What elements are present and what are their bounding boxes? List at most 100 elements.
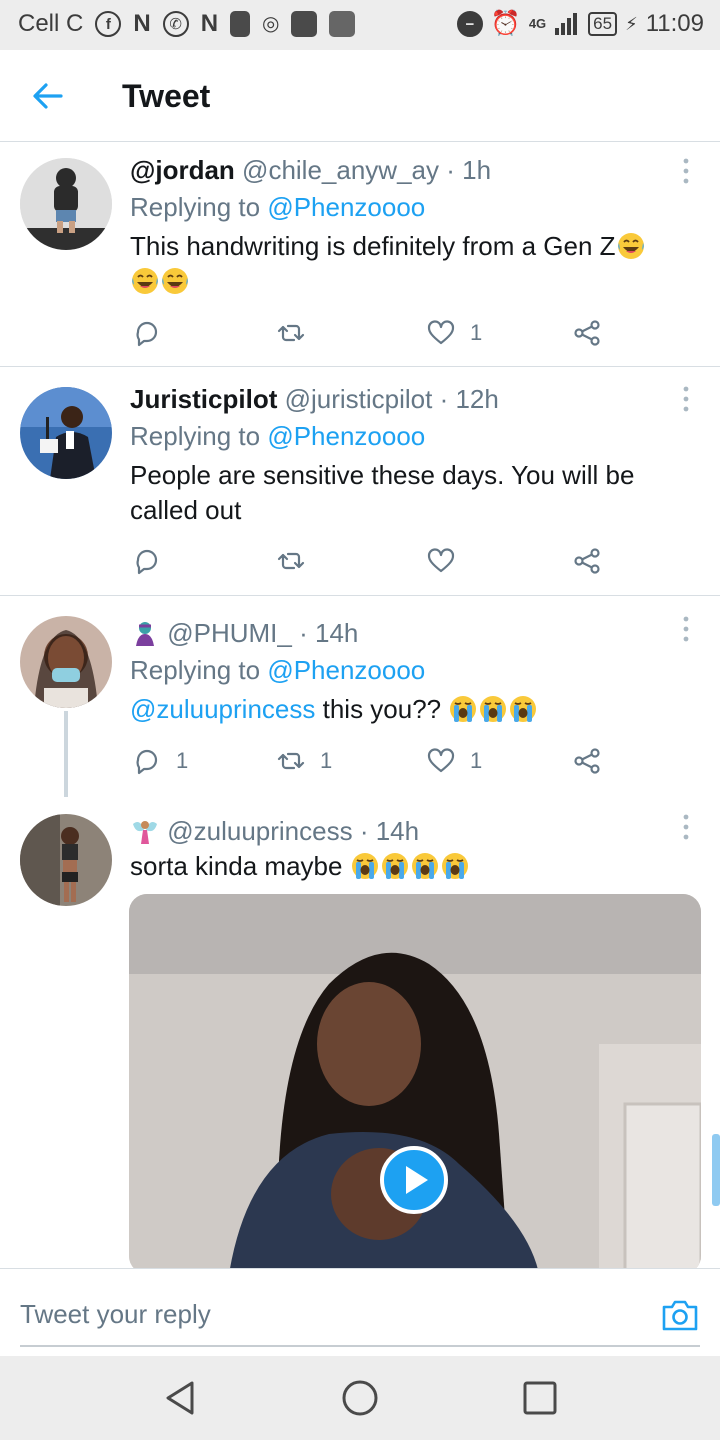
handle[interactable]: @chile_anyw_ay: [242, 155, 439, 185]
heart-icon: [426, 318, 456, 348]
network-type: 4G: [528, 16, 547, 31]
app-header: Tweet: [0, 50, 720, 142]
tweet-body: this you??: [322, 694, 442, 724]
tweet-header: @zuluuprincess · 14h: [130, 816, 419, 847]
share-icon: [572, 746, 602, 776]
camera-icon[interactable]: [660, 1295, 700, 1335]
more-options-icon[interactable]: [678, 613, 694, 645]
avatar[interactable]: [20, 814, 112, 906]
display-name[interactable]: @jordan: [130, 155, 235, 185]
sd-card-icon: [230, 11, 251, 37]
tears-of-joy-emoji: [160, 266, 190, 296]
loudly-crying-emoji: [508, 694, 538, 724]
tears-of-joy-emoji: [616, 231, 646, 261]
reply-button[interactable]: [132, 541, 176, 581]
replying-to-link[interactable]: @Phenzoooo: [267, 192, 425, 222]
loudly-crying-emoji: [440, 851, 470, 881]
scrollbar[interactable]: [712, 1134, 720, 1206]
tweet-header: Juristicpilot @juristicpilot · 12h: [130, 384, 499, 415]
like-button[interactable]: 1: [426, 741, 482, 781]
retweet-count: 1: [320, 748, 333, 773]
do-not-disturb-icon: −: [456, 11, 483, 37]
tweet-actions: 1: [130, 313, 620, 353]
replying-to-link[interactable]: @Phenzoooo: [267, 655, 425, 685]
input-underline: [20, 1345, 700, 1347]
play-button[interactable]: [380, 1146, 448, 1214]
avatar[interactable]: [20, 387, 112, 479]
tweet-actions: 1 1 1: [130, 741, 620, 781]
replying-to-link[interactable]: @Phenzoooo: [267, 421, 425, 451]
retweet-icon: [276, 746, 306, 776]
tweet-item[interactable]: Juristicpilot @juristicpilot · 12h Reply…: [0, 367, 720, 596]
avatar[interactable]: [20, 158, 112, 250]
timestamp: · 1h: [446, 155, 492, 185]
tweet-text: This handwriting is definitely from a Ge…: [130, 229, 690, 299]
share-button[interactable]: [572, 741, 602, 781]
retweet-icon: [276, 546, 306, 576]
avatar[interactable]: [20, 616, 112, 708]
charging-icon: ⚡: [625, 14, 638, 34]
share-button[interactable]: [572, 313, 602, 353]
timestamp: · 14h: [299, 618, 359, 648]
tweet-body: sorta kinda maybe: [130, 851, 343, 881]
page-title: Tweet: [122, 78, 211, 114]
tweet-header: @PHUMI_ · 14h: [130, 618, 358, 649]
tweet-header: @jordan @chile_anyw_ay · 1h: [130, 155, 491, 186]
more-options-icon[interactable]: [678, 155, 694, 187]
nav-back-icon[interactable]: [160, 1378, 200, 1418]
loudly-crying-emoji: [478, 694, 508, 724]
replying-prefix: Replying to: [130, 655, 261, 685]
back-arrow-icon[interactable]: [30, 78, 66, 114]
genie-emoji: [136, 622, 154, 646]
display-name[interactable]: Juristicpilot: [130, 384, 277, 414]
system-nav-bar: [0, 1356, 720, 1440]
retweet-icon: [276, 318, 306, 348]
retweet-button[interactable]: [276, 313, 320, 353]
thread-connector: [64, 711, 68, 809]
tweet-body: This handwriting is definitely from a Ge…: [130, 231, 616, 261]
timestamp: · 12h: [439, 384, 499, 414]
gallery-icon: [329, 11, 356, 37]
share-button[interactable]: [572, 541, 602, 581]
tweet-item[interactable]: @PHUMI_ · 14h Replying to @Phenzoooo @zu…: [0, 597, 720, 809]
retweet-button[interactable]: 1: [276, 741, 332, 781]
tweet-actions: [130, 541, 620, 581]
retweet-button[interactable]: [276, 541, 320, 581]
reply-button[interactable]: 1: [132, 741, 188, 781]
like-count: 1: [470, 320, 483, 345]
mention-link[interactable]: @zuluuprincess: [130, 694, 315, 724]
tweet-text: @zuluuprincess this you??: [130, 692, 690, 727]
like-button[interactable]: 1: [426, 313, 482, 353]
tweet-text: sorta kinda maybe: [130, 849, 690, 884]
reply-composer: Tweet your reply: [0, 1268, 720, 1356]
netflix-icon: N: [133, 10, 151, 37]
alarm-icon: ⏰: [490, 10, 521, 37]
like-button[interactable]: [426, 541, 470, 581]
replying-prefix: Replying to: [130, 192, 261, 222]
whatsapp-icon: ✆: [162, 11, 189, 37]
replying-to: Replying to @Phenzoooo: [130, 192, 425, 223]
handle[interactable]: @PHUMI_: [167, 618, 292, 648]
loudly-crying-emoji: [410, 851, 440, 881]
clock: 11:09: [645, 10, 704, 37]
handle[interactable]: @zuluuprincess: [167, 816, 352, 846]
video-media[interactable]: [129, 894, 701, 1274]
nav-home-icon[interactable]: [340, 1378, 380, 1418]
replying-to: Replying to @Phenzoooo: [130, 421, 425, 452]
tweet-item[interactable]: @jordan @chile_anyw_ay · 1h Replying to …: [0, 143, 720, 367]
tweet-text: People are sensitive these days. You wil…: [130, 460, 635, 525]
replying-prefix: Replying to: [130, 421, 261, 451]
more-options-icon[interactable]: [678, 383, 694, 415]
loudly-crying-emoji: [448, 694, 478, 724]
heart-icon: [426, 746, 456, 776]
reply-count: 1: [176, 748, 189, 773]
app-icon: [291, 11, 318, 37]
reply-button[interactable]: [132, 313, 176, 353]
handle[interactable]: @juristicpilot: [285, 384, 433, 414]
location-icon: ◎: [262, 13, 280, 35]
nav-recents-icon[interactable]: [520, 1378, 560, 1418]
reply-icon: [132, 546, 162, 576]
more-options-icon[interactable]: [678, 811, 694, 843]
replying-to: Replying to @Phenzoooo: [130, 655, 425, 686]
reply-input[interactable]: Tweet your reply: [20, 1299, 211, 1330]
